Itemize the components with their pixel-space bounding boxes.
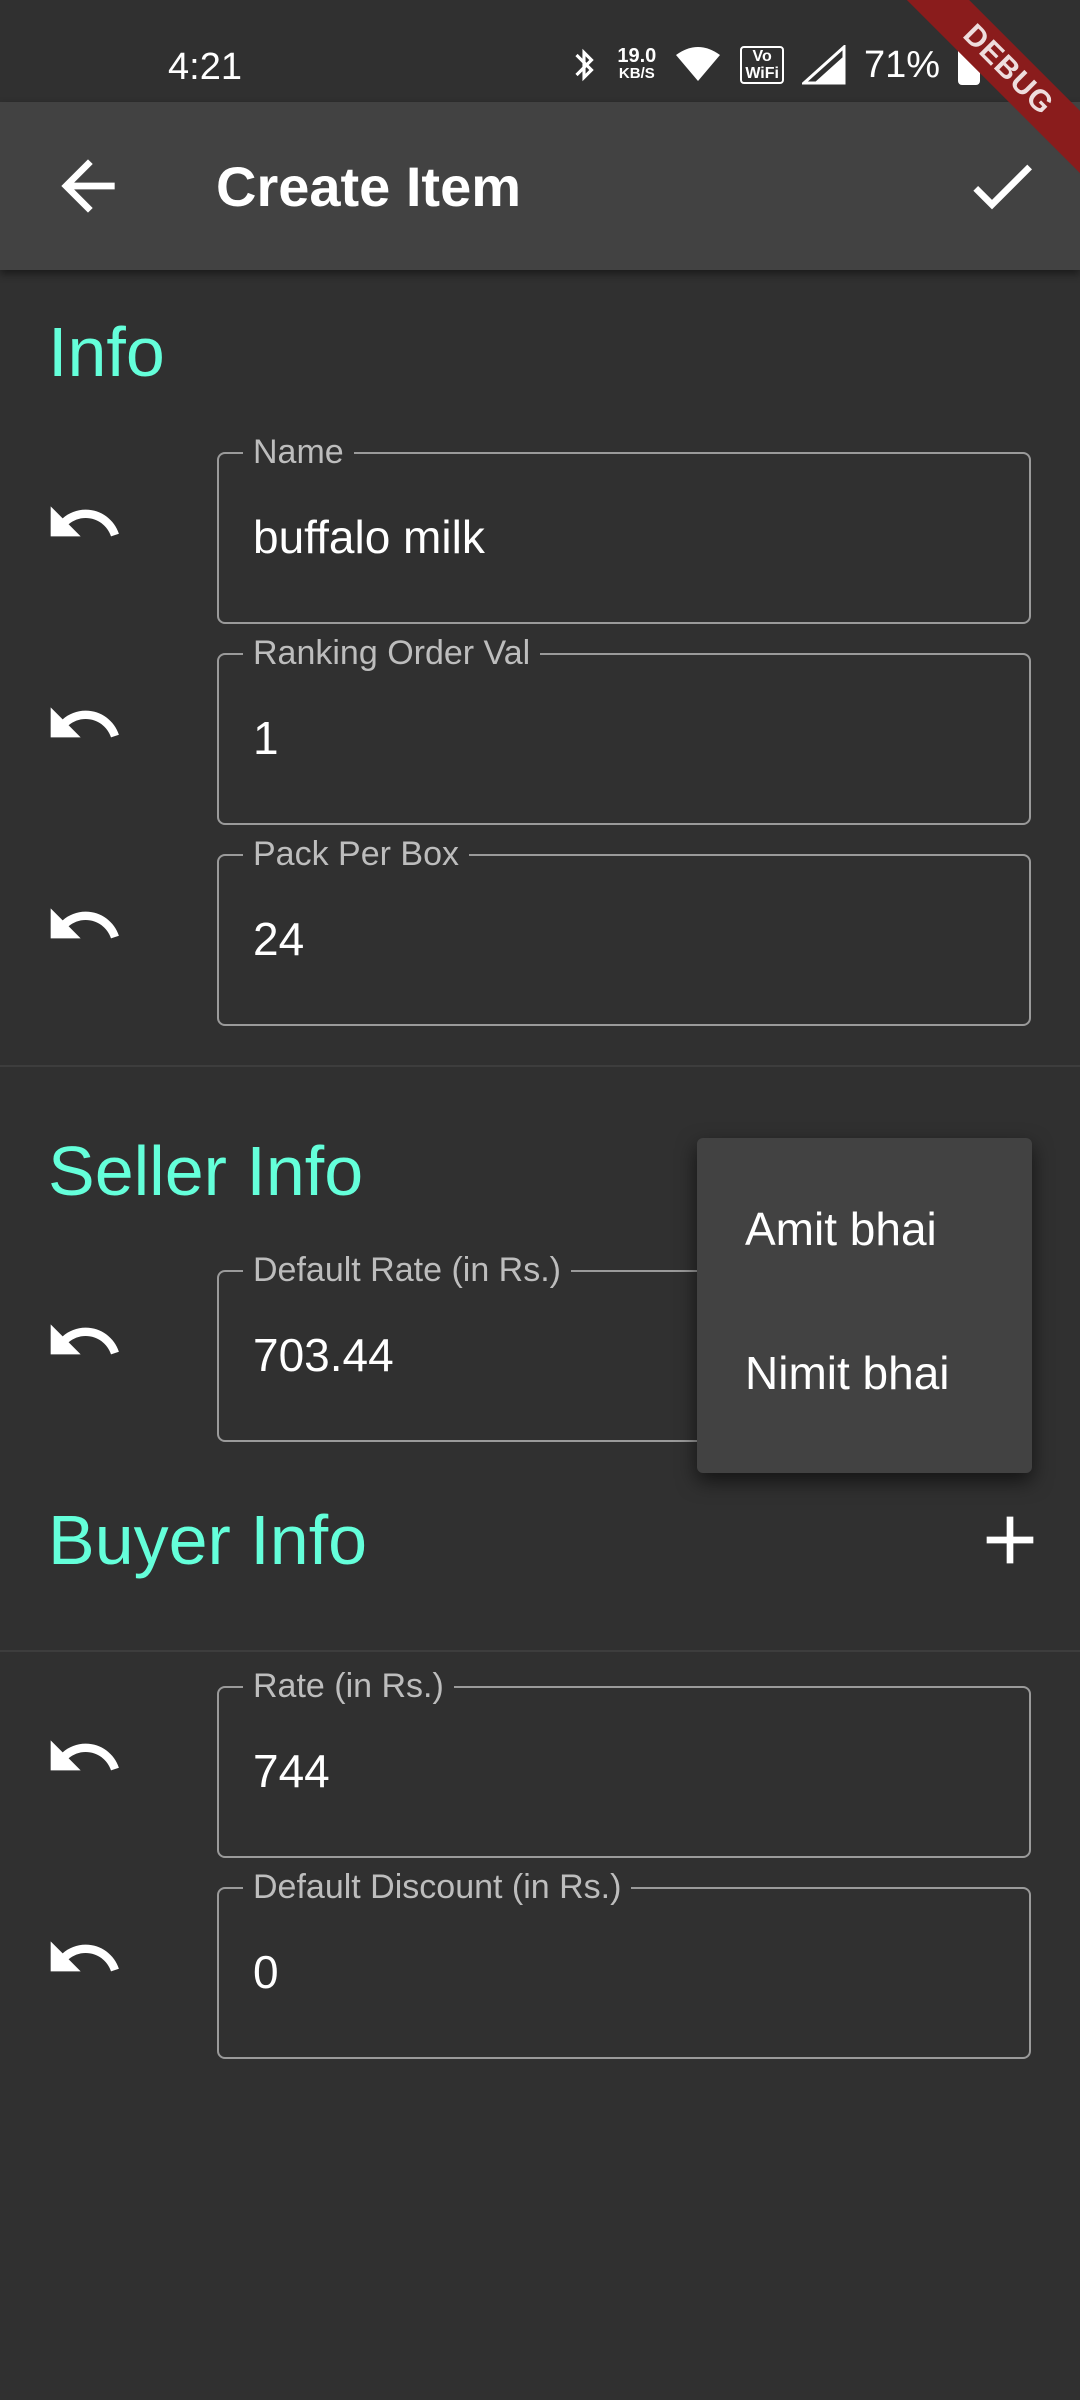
field-label: Default Discount (in Rs.) — [243, 1867, 632, 1907]
field-label: Default Rate (in Rs.) — [243, 1250, 571, 1290]
undo-icon[interactable] — [44, 684, 124, 764]
divider — [0, 1065, 1080, 1067]
name-field[interactable]: Name buffalo milk — [217, 432, 1031, 624]
field-value: 703.44 — [253, 1329, 394, 1381]
field-label: Pack Per Box — [243, 834, 469, 874]
field-value: 744 — [253, 1745, 330, 1797]
battery-icon — [958, 39, 980, 85]
back-arrow-icon[interactable] — [48, 146, 128, 226]
add-icon[interactable] — [970, 1500, 1050, 1580]
undo-icon[interactable] — [44, 885, 124, 965]
page-title: Create Item — [216, 155, 522, 218]
undo-icon[interactable] — [44, 1717, 124, 1797]
check-icon[interactable] — [962, 146, 1042, 226]
rate-field[interactable]: Rate (in Rs.) 744 — [217, 1666, 1031, 1858]
field-value: 0 — [253, 1946, 279, 1998]
field-label: Name — [243, 432, 354, 472]
section-title-buyer: Buyer Info — [48, 1501, 368, 1579]
signal-icon — [801, 45, 846, 85]
field-value: 1 — [253, 712, 279, 764]
bluetooth-icon — [575, 48, 595, 82]
field-value: buffalo milk — [253, 511, 485, 563]
app-bar: Create Item — [0, 102, 1080, 270]
default-discount-field[interactable]: Default Discount (in Rs.) 0 — [217, 1867, 1031, 2059]
menu-item-amit[interactable]: Amit bhai — [745, 1202, 937, 1256]
undo-icon[interactable] — [44, 1918, 124, 1998]
net-speed: 19.0 KB/S — [617, 45, 657, 82]
pack-per-box-field[interactable]: Pack Per Box 24 — [217, 834, 1031, 1026]
section-title-seller: Seller Info — [48, 1132, 364, 1210]
field-value: 24 — [253, 913, 305, 965]
section-title-info: Info — [48, 313, 165, 391]
undo-icon[interactable] — [44, 1301, 124, 1381]
popup-menu: Amit bhai Nimit bhai — [697, 1138, 1032, 1473]
ranking-order-field[interactable]: Ranking Order Val 1 — [217, 633, 1031, 825]
wifi-icon — [676, 47, 721, 81]
battery-percent: 71% — [863, 43, 940, 86]
status-time: 4:21 — [168, 46, 242, 88]
status-bar: 4:21 19.0 KB/S Vo WiFi 71% — [0, 0, 1080, 102]
menu-item-nimit[interactable]: Nimit bhai — [745, 1346, 950, 1400]
status-icons: 19.0 KB/S Vo WiFi 71% — [569, 39, 980, 90]
vowifi-icon: Vo WiFi — [740, 46, 784, 84]
field-label: Ranking Order Val — [243, 633, 541, 673]
divider — [0, 1650, 1080, 1652]
field-label: Rate (in Rs.) — [243, 1666, 454, 1706]
undo-icon[interactable] — [44, 483, 124, 563]
